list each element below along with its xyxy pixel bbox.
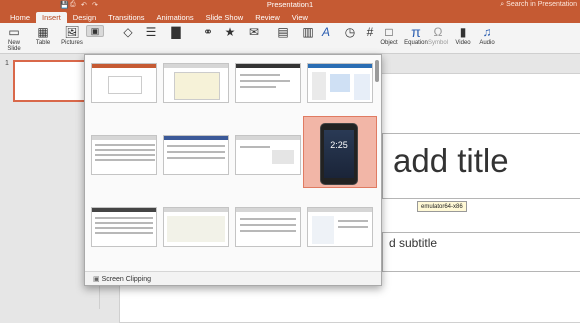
smartart-button[interactable]: ☰ [143, 25, 157, 40]
subtitle-placeholder-text: d subtitle [389, 236, 438, 250]
window-thumbnail[interactable] [91, 135, 157, 175]
textbox-icon: ▤ [277, 25, 289, 39]
equation-button[interactable]: π Equation [403, 25, 429, 46]
chart-icon: ▇ [171, 25, 181, 39]
pictures-label: Pictures [61, 40, 83, 46]
tab-animations[interactable]: Animations [151, 12, 200, 23]
window-thumbnail[interactable] [235, 63, 301, 103]
music-note-icon: ♫ [482, 25, 492, 39]
pictures-button[interactable]: 🖼 Pictures [60, 25, 84, 46]
slide-number: 1 [5, 60, 9, 67]
search-input[interactable]: Search in Presentation [506, 1, 577, 8]
window-thumbnail[interactable] [307, 207, 373, 247]
shapes-icon: ◇ [123, 25, 133, 39]
window-title: Presentation1 [266, 0, 314, 9]
table-icon: ▦ [37, 25, 49, 39]
tab-home[interactable]: Home [4, 12, 36, 23]
gallery-scrollbar-thumb[interactable] [375, 60, 379, 82]
window-thumbnail[interactable] [235, 135, 301, 175]
audio-label: Audio [479, 40, 495, 46]
slide-thumbnail[interactable] [13, 60, 86, 102]
comment-icon: ✉ [248, 25, 260, 39]
symbol-label: Symbol [428, 40, 449, 46]
screenshot-icon: ▣ [90, 26, 100, 36]
subtitle-placeholder[interactable]: d subtitle [382, 232, 580, 272]
search-box[interactable]: ⌕ Search in Presentation [500, 1, 577, 9]
wordart-button[interactable]: A [318, 25, 332, 40]
link-button[interactable]: ⚭ [200, 25, 214, 40]
title-placeholder[interactable]: add title [382, 133, 580, 199]
equation-label: Equation [404, 40, 428, 46]
gallery-scrollbar[interactable] [374, 58, 380, 270]
window-thumbnail[interactable] [307, 63, 373, 103]
shapes-button[interactable]: ◇ [120, 25, 134, 40]
date-time-icon: ◷ [344, 25, 356, 39]
video-icon: ▮ [459, 25, 467, 39]
object-icon: □ [385, 25, 393, 39]
slide-number-icon: # [366, 25, 374, 39]
tab-design[interactable]: Design [67, 12, 102, 23]
screen-clipping-icon: ▣ [93, 276, 100, 283]
tab-slide-show[interactable]: Slide Show [200, 12, 250, 23]
title-placeholder-text: add title [393, 142, 509, 179]
pictures-icon: 🖼 [64, 25, 80, 39]
object-button[interactable]: □ Object [379, 25, 399, 46]
screen-clipping-button[interactable]: ▣ Screen Clipping [85, 271, 381, 285]
phone-emulator-preview: 2:25 [320, 123, 358, 185]
textbox-button[interactable]: ▤ [275, 25, 289, 40]
wordart-icon: A [321, 25, 330, 39]
screenshot-gallery: 2:25 ▣ Screen Clipping [84, 54, 382, 286]
header-footer-icon: ▥ [302, 25, 314, 39]
table-label: Table [35, 40, 51, 46]
screen-clipping-label: Screen Clipping [101, 276, 152, 283]
date-time-button[interactable]: ◷ [342, 25, 356, 40]
window-thumbnail[interactable] [163, 135, 229, 175]
tooltip: emulator64-x86 [417, 201, 467, 212]
selected-window-thumbnail[interactable]: 2:25 [303, 116, 377, 188]
tab-transitions[interactable]: Transitions [102, 12, 150, 23]
tab-review[interactable]: Review [249, 12, 286, 23]
video-button[interactable]: ▮ Video [454, 25, 472, 46]
slide-number-button[interactable]: # [362, 25, 376, 40]
ribbon-tabs: Home Insert Design Transitions Animation… [0, 11, 580, 23]
link-icon: ⚭ [202, 25, 214, 39]
phone-clock: 2:25 [330, 140, 348, 150]
window-thumbnail[interactable] [163, 63, 229, 103]
chart-button[interactable]: ▇ [168, 25, 182, 40]
omega-icon: Ω [433, 25, 443, 39]
header-footer-button[interactable]: ▥ [300, 25, 314, 40]
video-label: Video [455, 40, 471, 46]
action-icon: ★ [224, 25, 236, 39]
audio-button[interactable]: ♫ Audio [478, 25, 496, 46]
tab-view[interactable]: View [286, 12, 314, 23]
screenshot-button[interactable]: ▣ [86, 25, 104, 37]
comment-button[interactable]: ✉ [246, 25, 260, 40]
object-label: Object [380, 40, 398, 46]
window-thumbnail[interactable] [235, 207, 301, 247]
pi-icon: π [411, 24, 421, 40]
window-thumbnail[interactable] [91, 63, 157, 103]
table-button[interactable]: ▦ Table [34, 25, 52, 46]
new-slide-label: New Slide [7, 40, 21, 52]
new-slide-button[interactable]: ▭ New Slide [4, 25, 24, 52]
new-slide-icon: ▭ [8, 25, 20, 39]
window-thumbnail[interactable] [91, 207, 157, 247]
window-thumbnail[interactable] [163, 207, 229, 247]
symbol-button[interactable]: Ω Symbol [428, 25, 448, 46]
title-bar: 💾 ⎙ ↶ ↷ Presentation1 ⌕ Search in Presen… [0, 0, 580, 11]
smartart-icon: ☰ [145, 25, 157, 39]
tab-insert[interactable]: Insert [36, 12, 67, 23]
ribbon: ▭ New Slide ▦ Table 🖼 Pictures ▣ ◇ ☰ ▇ ⚭… [0, 23, 580, 54]
action-button[interactable]: ★ [222, 25, 236, 40]
